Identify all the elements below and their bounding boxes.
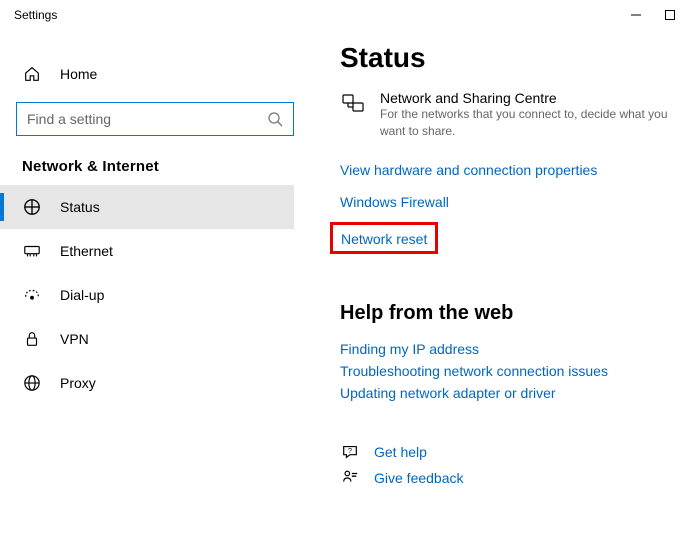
vpn-icon bbox=[22, 329, 42, 349]
link-updating-adapter[interactable]: Updating network adapter or driver bbox=[340, 385, 681, 401]
link-finding-ip[interactable]: Finding my IP address bbox=[340, 341, 681, 357]
sidebar-item-label: Proxy bbox=[60, 375, 96, 391]
sidebar-item-ethernet[interactable]: Ethernet bbox=[0, 229, 294, 273]
sidebar: Home Network & Internet Status bbox=[0, 30, 310, 551]
window-controls bbox=[631, 10, 681, 20]
get-help-label: Get help bbox=[374, 444, 427, 460]
feedback-icon bbox=[340, 469, 360, 487]
give-feedback-button[interactable]: Give feedback bbox=[340, 469, 681, 487]
link-windows-firewall[interactable]: Windows Firewall bbox=[340, 194, 449, 210]
search-input[interactable] bbox=[16, 102, 294, 136]
maximize-icon[interactable] bbox=[665, 10, 675, 20]
search-icon bbox=[267, 111, 283, 127]
link-troubleshooting[interactable]: Troubleshooting network connection issue… bbox=[340, 363, 681, 379]
page-title: Status bbox=[340, 42, 681, 74]
status-icon bbox=[22, 197, 42, 217]
sidebar-item-vpn[interactable]: VPN bbox=[0, 317, 294, 361]
dialup-icon bbox=[22, 285, 42, 305]
search-field[interactable] bbox=[27, 111, 267, 127]
sharing-desc: For the networks that you connect to, de… bbox=[380, 106, 670, 140]
sidebar-item-label: Ethernet bbox=[60, 243, 113, 259]
home-icon bbox=[22, 64, 42, 84]
sharing-title: Network and Sharing Centre bbox=[380, 90, 670, 106]
proxy-icon bbox=[22, 373, 42, 393]
home-label: Home bbox=[60, 66, 97, 82]
highlight-box: Network reset bbox=[330, 222, 438, 254]
svg-text:?: ? bbox=[348, 445, 352, 454]
help-heading: Help from the web bbox=[340, 302, 681, 325]
sidebar-item-label: Dial-up bbox=[60, 287, 104, 303]
title-bar: Settings bbox=[0, 0, 691, 30]
home-button[interactable]: Home bbox=[16, 52, 294, 96]
content: Status Network and Sharing Centre For th… bbox=[310, 30, 691, 551]
sidebar-item-label: VPN bbox=[60, 331, 89, 347]
get-help-button[interactable]: ? Get help bbox=[340, 443, 681, 461]
sidebar-item-status[interactable]: Status bbox=[0, 185, 294, 229]
ethernet-icon bbox=[22, 241, 42, 261]
window-title: Settings bbox=[10, 8, 57, 22]
sidebar-item-proxy[interactable]: Proxy bbox=[0, 361, 294, 405]
sidebar-heading: Network & Internet bbox=[22, 158, 294, 175]
give-feedback-label: Give feedback bbox=[374, 470, 464, 486]
sidebar-item-dialup[interactable]: Dial-up bbox=[0, 273, 294, 317]
minimize-icon[interactable] bbox=[631, 10, 641, 20]
sidebar-item-label: Status bbox=[60, 199, 100, 215]
link-network-reset[interactable]: Network reset bbox=[341, 231, 427, 247]
link-hardware-properties[interactable]: View hardware and connection properties bbox=[340, 162, 597, 178]
sharing-icon bbox=[340, 90, 366, 140]
help-icon: ? bbox=[340, 443, 360, 461]
sharing-section: Network and Sharing Centre For the netwo… bbox=[340, 90, 681, 140]
